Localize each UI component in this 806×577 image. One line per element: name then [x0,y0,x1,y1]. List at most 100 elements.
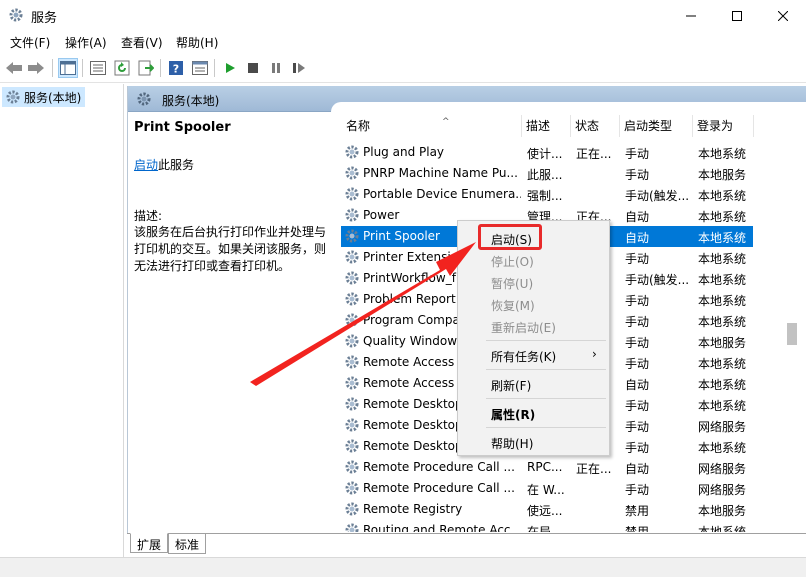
context-menu: 启动(S) 停止(O) 暂停(U) 恢复(M) 重新启动(E) 所有任务(K) … [457,220,610,456]
gear-icon [344,480,360,499]
column-header-status[interactable]: 状态 [575,117,599,139]
annotation-highlight-box [478,224,542,250]
column-header-startup-type[interactable]: 启动类型 [624,117,672,139]
pause-service-icon[interactable] [266,58,286,78]
column-separator[interactable] [619,115,620,137]
start-service-suffix: 此服务 [158,158,195,172]
gear-icon [344,438,360,457]
column-separator[interactable] [521,115,522,137]
column-separator[interactable] [692,115,693,137]
service-startup-type: 自动 [625,231,650,245]
window-title: 服务 [31,11,58,26]
context-menu-restart[interactable]: 重新启动(E) [491,319,556,336]
menu-help[interactable]: 帮助(H) [176,34,218,51]
service-startup-type: 手动 [625,294,650,308]
context-menu-help[interactable]: 帮助(H) [491,435,533,452]
service-description: 在局... [527,525,563,532]
service-description: 使计... [527,147,563,161]
service-startup-type: 手动 [625,168,650,182]
context-menu-pause[interactable]: 暂停(U) [491,275,533,292]
column-separator[interactable] [753,115,754,137]
service-startup-type: 手动 [625,399,650,413]
start-service-icon[interactable] [220,58,240,78]
scrollbar-thumb[interactable] [787,323,797,345]
context-menu-separator [486,398,606,399]
context-menu-stop[interactable]: 停止(O) [491,253,534,270]
refresh-icon[interactable] [112,58,132,78]
service-logon-as: 本地系统 [698,357,747,371]
column-header-logon-as[interactable]: 登录为 [697,117,733,139]
export-icon[interactable] [136,58,156,78]
gear-icon [344,186,360,205]
gear-icon [344,312,360,331]
properties-pane-icon[interactable] [190,58,210,78]
service-logon-as: 本地系统 [698,315,747,329]
service-status: 正在... [576,147,612,161]
toolbar-separator [52,59,53,77]
gear-icon [344,228,360,247]
description-text: 该服务在后台执行打印作业并处理与打印机的交互。如果关闭该服务，则无法进行打印或查… [134,225,327,273]
gear-icon [344,144,360,163]
restart-service-icon[interactable] [289,58,309,78]
service-row[interactable]: Routing and Remote Acc... 在局... 禁用 本地系统 [341,520,753,532]
service-name: Plug and Play [363,145,445,159]
service-logon-as: 本地系统 [698,441,747,455]
help-icon[interactable]: ? [166,58,186,78]
service-startup-type: 手动 [625,147,650,161]
context-menu-resume[interactable]: 恢复(M) [491,297,535,314]
context-menu-refresh[interactable]: 刷新(F) [491,377,531,394]
service-row[interactable]: Portable Device Enumera... 强制... 手动(触发... 本… [341,184,753,205]
service-row[interactable]: Remote Procedure Call ... RPC... 正在... 自动 网络… [341,457,753,478]
vertical-scrollbar[interactable] [783,113,800,533]
service-logon-as: 本地系统 [698,210,747,224]
service-row[interactable]: Remote Procedure Call ... 在 W... 手动 网络服务 [341,478,753,499]
service-startup-type: 手动 [625,483,650,497]
service-detail-panel: Print Spooler 启动此服务 描述: 该服务在后台执行打印作业并处理与… [128,112,331,532]
context-menu-all-tasks[interactable]: 所有任务(K) [491,348,556,365]
menu-file[interactable]: 文件(F) [10,34,50,51]
tree-item-services-local[interactable]: 服务(本地) [2,87,86,107]
service-startup-type: 自动 [625,462,650,476]
forward-icon[interactable] [26,58,46,78]
back-icon[interactable] [4,58,24,78]
tab-standard[interactable]: 标准 [168,534,207,554]
toolbar-separator [214,59,215,77]
service-logon-as: 网络服务 [698,420,747,434]
service-row[interactable]: Remote Registry 使远... 禁用 本地服务 [341,499,753,520]
menu-action[interactable]: 操作(A) [65,34,107,51]
service-logon-as: 本地系统 [698,525,747,532]
service-logon-as: 本地系统 [698,189,747,203]
gear-icon [344,375,360,394]
service-logon-as: 本地系统 [698,231,747,245]
column-separator[interactable] [570,115,571,137]
service-logon-as: 本地服务 [698,168,747,182]
stop-service-icon[interactable] [243,58,263,78]
gear-icon [344,249,360,268]
service-startup-type: 手动 [625,252,650,266]
menu-bar: 文件(F) 操作(A) 查看(V) 帮助(H) [0,31,806,53]
list-view-icon[interactable] [88,58,108,78]
service-row[interactable]: PNRP Machine Name Pu... 此服... 手动 本地服务 [341,163,753,184]
maximize-button[interactable] [714,0,760,31]
service-logon-as: 本地系统 [698,399,747,413]
context-menu-properties[interactable]: 属性(R) [491,406,535,423]
console-tree-icon[interactable] [58,58,78,78]
view-tabs: 扩展 标准 [127,533,806,557]
column-header-name[interactable]: 名称 ^ [346,117,450,139]
context-menu-separator [486,427,606,428]
close-button[interactable] [760,0,806,31]
service-startup-type: 手动 [625,315,650,329]
menu-view[interactable]: 查看(V) [121,34,163,51]
tab-extended[interactable]: 扩展 [130,533,169,553]
minimize-button[interactable] [668,0,714,31]
service-startup-type: 手动 [625,357,650,371]
service-row[interactable]: Plug and Play 使计... 正在... 手动 本地系统 [341,142,753,163]
gear-icon [344,501,360,520]
service-startup-type: 手动 [625,420,650,434]
start-service-link[interactable]: 启动 [134,158,158,172]
toolbar: ? [0,53,806,83]
column-header-description[interactable]: 描述 [526,117,550,139]
gear-icon [344,165,360,184]
title-bar: 服务 [0,0,806,31]
svg-text:?: ? [173,63,179,76]
